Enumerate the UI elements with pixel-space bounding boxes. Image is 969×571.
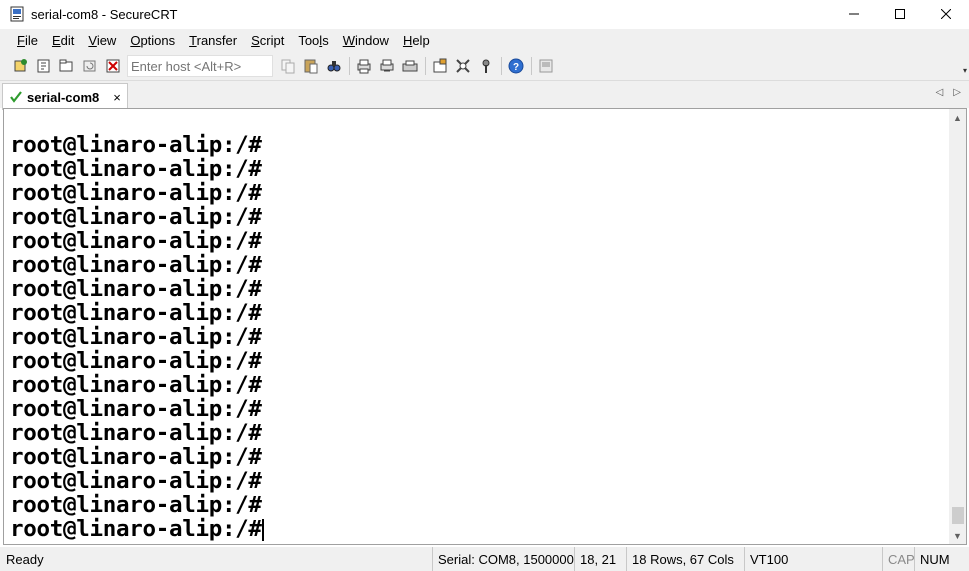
tab-next-icon[interactable]: ▷ [953,87,961,98]
menu-options[interactable]: Options [122,30,181,52]
print-selection-icon[interactable] [376,55,398,77]
terminal-line: root@linaro-alip:/# [10,204,262,230]
terminal-line: root@linaro-alip:/# [10,492,262,518]
maximize-button[interactable] [877,0,923,28]
toolbar-separator [349,57,350,75]
tab-serial-com8[interactable]: serial-com8 × [2,83,128,110]
menu-tools[interactable]: Tools [290,30,334,52]
terminal-line: root@linaro-alip:/# [10,444,262,470]
global-options-icon[interactable] [452,55,474,77]
menu-edit[interactable]: Edit [44,30,80,52]
title-bar: serial-com8 - SecureCRT [0,0,969,28]
securecrt-app-icon[interactable] [9,6,25,22]
status-caps-lock: CAP [882,547,915,571]
terminal-view[interactable]: root@linaro-alip:/# root@linaro-alip:/# ro… [10,133,944,545]
maximize-icon [895,9,905,19]
toolbar-separator [501,57,502,75]
quick-connect-icon[interactable] [33,55,55,77]
tab-prev-icon[interactable]: ◁ [936,87,944,98]
minimize-button[interactable] [831,0,877,28]
paste-icon[interactable] [300,55,322,77]
terminal-line: root@linaro-alip:/# [10,372,262,398]
toolbar-overflow-icon[interactable]: ▾ [963,66,967,75]
connected-check-icon [9,90,23,104]
terminal-cursor [261,518,264,541]
window-title: serial-com8 - SecureCRT [31,6,178,22]
menu-file[interactable]: File [9,30,44,52]
tab-navigation: ◁ ▷ [936,87,961,98]
copy-icon[interactable] [277,55,299,77]
status-emulation: VT100 [744,547,882,571]
host-input[interactable] [127,55,273,77]
status-cursor-position: 18, 21 [574,547,626,571]
print-icon[interactable] [353,55,375,77]
scroll-down-icon[interactable]: ▼ [949,527,966,544]
tab-close-icon[interactable]: × [113,90,121,105]
terminal-line: root@linaro-alip:/# [10,276,262,302]
menu-view[interactable]: View [80,30,122,52]
terminal-line: root@linaro-alip:/# [10,133,262,158]
tab-label: serial-com8 [27,89,100,105]
find-icon[interactable] [323,55,345,77]
status-connection: Serial: COM8, 1500000 [432,547,574,571]
menu-bar: File Edit View Options Transfer Script T… [0,29,969,52]
terminal-line: root@linaro-alip:/# [10,348,262,374]
terminal-line: root@linaro-alip:/# [10,180,262,206]
terminal-line: root@linaro-alip:/# [10,396,262,422]
terminal-line: root@linaro-alip:/# [10,300,262,326]
menu-transfer[interactable]: Transfer [181,30,243,52]
scroll-thumb[interactable] [952,507,964,524]
status-num-lock: NUM [914,547,969,571]
tab-strip: serial-com8 × ◁ ▷ [0,80,969,110]
printer-icon[interactable] [399,55,421,77]
terminal-line: root@linaro-alip:/# [10,228,262,254]
session-options-icon[interactable] [429,55,451,77]
window-controls [831,0,969,28]
svg-text:?: ? [513,62,519,73]
terminal-line: root@linaro-alip:/# [10,324,262,350]
menu-script[interactable]: Script [243,30,290,52]
vertical-scrollbar[interactable]: ▲ ▼ [949,109,966,544]
help-icon[interactable]: ? [505,55,527,77]
sftp-icon[interactable] [535,55,557,77]
keymap-icon[interactable] [475,55,497,77]
terminal-line: root@linaro-alip:/# [10,516,264,542]
terminal-line: root@linaro-alip:/# [10,156,262,182]
disconnect-icon[interactable] [102,55,124,77]
toolbar: ? ▾ [0,52,969,80]
menu-help[interactable]: Help [395,30,436,52]
status-terminal-size: 18 Rows, 67 Cols [626,547,744,571]
minimize-icon [849,13,859,15]
toolbar-separator [425,57,426,75]
status-ready: Ready [6,552,44,567]
terminal-line: root@linaro-alip:/# [10,420,262,446]
terminal-line: root@linaro-alip:/# [10,252,262,278]
connect-tab-icon[interactable] [56,55,78,77]
reconnect-icon[interactable] [79,55,101,77]
close-button[interactable] [923,0,969,28]
menu-window[interactable]: Window [335,30,395,52]
toolbar-separator [531,57,532,75]
terminal-frame: root@linaro-alip:/# root@linaro-alip:/# ro… [3,108,967,545]
terminal-line: root@linaro-alip:/# [10,468,262,494]
connect-icon[interactable] [10,55,32,77]
scroll-up-icon[interactable]: ▲ [949,109,966,126]
close-icon [941,9,951,19]
status-bar: Ready Serial: COM8, 1500000 18, 21 18 Ro… [0,547,969,571]
